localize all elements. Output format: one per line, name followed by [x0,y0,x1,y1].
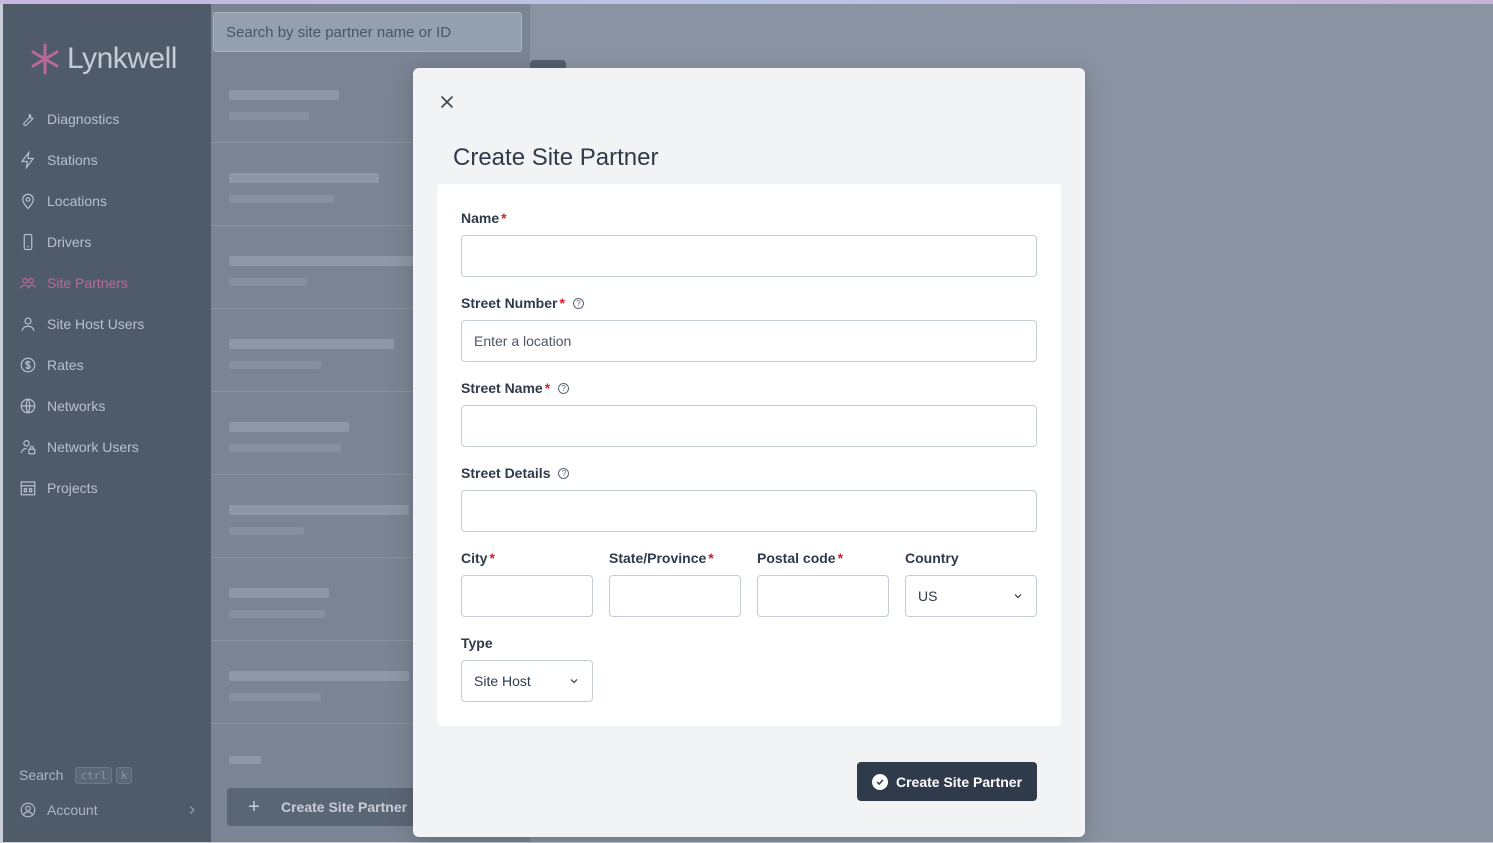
chevron-down-icon [1014,594,1022,599]
name-label-text: Name [461,210,500,226]
sidebar-item-diagnostics[interactable]: Diagnostics [19,104,204,134]
country-label: Country [905,550,959,566]
sidebar-item-label: Drivers [47,234,92,250]
required-mark: * [501,210,507,226]
sidebar-item-label: Network Users [47,439,139,455]
plus-icon: + [248,795,260,818]
users-icon [19,277,37,289]
create-site-partner-modal: Create Site Partner Name * Street Number *… [413,68,1085,837]
city-label: City * [461,550,495,566]
help-icon[interactable]: ? [572,297,584,309]
site-partner-search-input[interactable]: Search by site partner name or ID [213,12,522,52]
brand-logo[interactable]: Lynkwell [29,42,177,76]
sidebar-item-site-host-users[interactable]: Site Host Users [19,309,204,339]
chevron-down-icon [570,679,578,684]
sidebar-item-site-partners[interactable]: Site Partners [19,268,204,298]
sidebar-item-label: Diagnostics [47,111,120,127]
country-select[interactable]: US [905,575,1037,617]
wrench-icon [23,113,34,127]
list-more-placeholder [229,756,261,764]
help-icon[interactable]: ? [558,382,570,394]
phone-icon [23,233,33,251]
kbd-k: k [115,767,133,784]
account-label: Account [47,802,98,818]
required-mark: * [489,550,495,566]
create-site-partner-list-label: Create Site Partner [281,799,408,815]
street-name-label-text: Street Name [461,380,543,396]
name-input[interactable] [461,235,1037,277]
street-name-label: Street Name *? [461,380,570,396]
street-details-label: Street Details? [461,465,570,481]
type-label: Type [461,635,493,651]
postal-label-text: Postal code [757,550,836,566]
city-label-text: City [461,550,488,566]
sidebar: Lynkwell Diagnostics Stations Locations … [3,4,211,842]
sidebar-item-networks[interactable]: Networks [19,391,204,421]
kbd-ctrl: ctrl [75,767,112,784]
street-number-label: Street Number *? [461,295,584,311]
state-label-text: State/Province [609,550,707,566]
country-value: US [918,588,938,604]
sidebar-item-label: Site Partners [47,275,128,291]
sidebar-item-locations[interactable]: Locations [19,186,204,216]
dollar-icon [20,357,36,373]
required-mark: * [544,380,551,396]
country-label-text: Country [905,550,959,566]
globe-icon [20,398,36,414]
postal-code-input[interactable] [757,575,889,617]
chevron-right-icon [189,806,195,814]
sidebar-item-label: Rates [47,357,84,373]
create-site-partner-button[interactable]: Create Site Partner [857,762,1037,801]
account-icon [20,802,36,818]
sidebar-item-label: Projects [47,480,98,496]
modal-title: Create Site Partner [453,144,659,171]
bolt-icon [20,151,35,169]
type-label-text: Type [461,635,493,651]
sidebar-item-rates[interactable]: Rates [19,350,204,380]
form-card: Name * Street Number *? Enter a location S… [437,184,1061,726]
sidebar-search-label: Search [19,767,64,783]
sidebar-item-network-users[interactable]: Network Users [19,432,204,462]
lynkwell-star-icon [31,43,59,75]
street-details-label-text: Street Details [461,465,551,481]
city-input[interactable] [461,575,593,617]
required-mark: * [837,550,844,566]
required-mark: * [708,550,714,566]
help-icon[interactable]: ? [558,467,570,479]
user-icon [21,317,35,331]
sidebar-search[interactable]: Search ctrl k [19,766,136,784]
brand-name: Lynkwell [67,42,177,75]
name-label: Name * [461,210,507,226]
state-input[interactable] [609,575,741,617]
create-site-partner-button-label: Create Site Partner [895,773,1023,790]
street-number-input[interactable]: Enter a location [461,320,1037,362]
sidebar-item-label: Site Host Users [47,316,145,332]
map-pin-icon [22,193,34,210]
required-mark: * [559,295,565,311]
sidebar-item-label: Networks [47,398,106,414]
user-lock-icon [20,440,36,455]
keyboard-shortcut: ctrl k [75,766,136,784]
postal-label: Postal code * [757,550,843,566]
type-select[interactable]: Site Host [461,660,593,702]
check-circle-icon [871,773,888,790]
sidebar-item-projects[interactable]: Projects [19,473,204,503]
building-icon [20,481,36,496]
type-value: Site Host [474,673,531,689]
close-icon[interactable] [437,92,457,112]
street-name-input[interactable] [461,405,1037,447]
sidebar-item-label: Stations [47,152,98,168]
sidebar-item-label: Locations [47,193,107,209]
sidebar-item-stations[interactable]: Stations [19,145,204,175]
account-menu[interactable]: Account [19,801,199,819]
state-label: State/Province * [609,550,714,566]
street-details-input[interactable] [461,490,1037,532]
sidebar-item-drivers[interactable]: Drivers [19,227,204,257]
street-number-label-text: Street Number [461,295,558,311]
